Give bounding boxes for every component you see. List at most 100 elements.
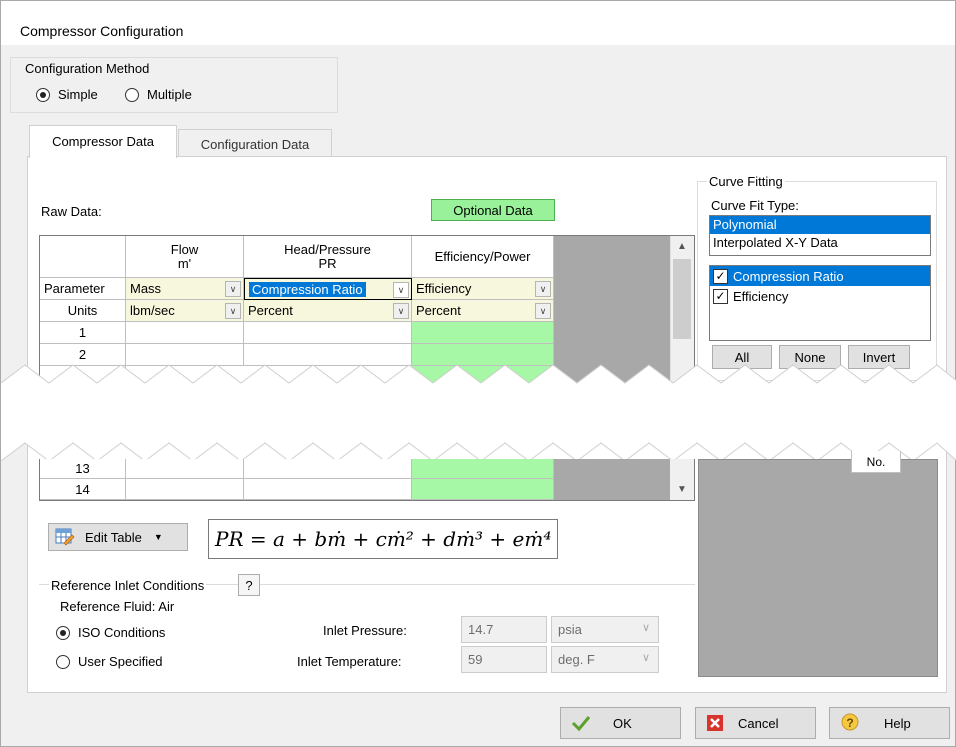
x-icon <box>707 715 723 731</box>
col-header-flow-line2: m' <box>177 255 192 271</box>
col-header-flow-line1: Flow <box>170 241 199 257</box>
caret-down-icon: ▼ <box>153 532 163 542</box>
window-title: Compressor Configuration <box>20 23 184 39</box>
fit-type-polynomial[interactable]: Polynomial <box>710 216 930 234</box>
scroll-down-icon[interactable]: ▼ <box>670 479 694 499</box>
radio-multiple-label: Multiple <box>147 87 192 102</box>
edit-table-icon <box>55 528 75 546</box>
col-header-efficiency-line1: Efficiency/Power <box>434 248 531 264</box>
curve-fit-type-list[interactable]: Polynomial Interpolated X-Y Data <box>709 215 931 256</box>
col-header-head-line2: PR <box>318 255 337 271</box>
checkbox-efficiency[interactable]: ✓ <box>713 288 728 304</box>
chevron-down-icon[interactable]: ∨ <box>535 281 551 297</box>
cell-head-14[interactable] <box>244 479 412 500</box>
grid-empty-area-bottom <box>554 459 670 500</box>
curves-list[interactable]: ✓ Compression Ratio ✓ Efficiency <box>709 265 931 341</box>
checkmark-icon <box>571 716 591 732</box>
curve-efficiency-label: Efficiency <box>733 288 789 304</box>
radio-multiple-dot[interactable] <box>125 87 139 102</box>
partial-tab[interactable]: No. <box>851 451 901 473</box>
curve-item-compression-ratio[interactable]: ✓ Compression Ratio <box>710 266 930 286</box>
parameter-efficiency-value: Efficiency <box>416 281 472 296</box>
cancel-button[interactable]: Cancel <box>695 707 816 739</box>
col-header-efficiency[interactable]: Efficiency/Power <box>412 236 554 278</box>
chevron-down-icon[interactable]: ∨ <box>535 303 551 319</box>
radio-multiple[interactable]: Multiple <box>125 87 192 102</box>
col-header-head-line1: Head/Pressure <box>284 241 371 257</box>
row-number-1: 1 <box>40 322 126 344</box>
chevron-down-icon: ∨ <box>641 622 650 634</box>
inlet-pressure-label: Inlet Pressure: <box>323 623 407 638</box>
units-flow-dropdown[interactable]: lbm/sec ∨ <box>126 300 244 322</box>
inlet-temperature-label: Inlet Temperature: <box>297 654 402 669</box>
inlet-temperature-unit-select[interactable]: deg. F ∨ <box>551 646 659 673</box>
grid-corner-cell <box>40 236 126 278</box>
radio-iso-dot[interactable] <box>56 625 70 640</box>
radio-simple-label: Simple <box>58 87 98 102</box>
reference-fluid-label: Reference Fluid: Air <box>60 599 175 614</box>
units-head-dropdown[interactable]: Percent ∨ <box>244 300 412 322</box>
chevron-down-icon: ∨ <box>641 652 650 664</box>
title-bar: Compressor Configuration <box>1 1 955 45</box>
scrollbar-thumb[interactable] <box>673 259 691 339</box>
parameter-efficiency-dropdown[interactable]: Efficiency ∨ <box>412 278 554 300</box>
ok-button[interactable]: OK <box>560 707 681 739</box>
row-number-14: 14 <box>40 479 126 500</box>
inlet-pressure-field[interactable]: 14.7 <box>461 616 547 643</box>
curve-item-efficiency[interactable]: ✓ Efficiency <box>710 286 930 306</box>
tab-compressor-data-label: Compressor Data <box>52 134 154 149</box>
cell-efficiency-13[interactable] <box>412 459 554 479</box>
inlet-pressure-unit-select[interactable]: psia ∨ <box>551 616 659 643</box>
scroll-up-icon[interactable]: ▲ <box>670 236 694 256</box>
curve-plot-area <box>698 459 938 677</box>
cell-flow-14[interactable] <box>126 479 244 500</box>
reference-help-button[interactable]: ? <box>238 574 260 596</box>
equation-display: PR = a + bṁ + cṁ² + dṁ³ + eṁ⁴ <box>208 519 558 559</box>
chevron-down-icon[interactable]: ∨ <box>393 282 409 298</box>
units-head-value: Percent <box>248 303 293 318</box>
tab-compressor-data[interactable]: Compressor Data <box>29 125 177 158</box>
cell-efficiency-14[interactable] <box>412 479 554 500</box>
units-flow-value: lbm/sec <box>130 303 175 318</box>
inlet-temperature-field[interactable]: 59 <box>461 646 547 673</box>
curve-compression-ratio-label: Compression Ratio <box>733 268 844 284</box>
radio-simple[interactable]: Simple <box>36 87 98 102</box>
chevron-down-icon[interactable]: ∨ <box>393 303 409 319</box>
radio-user-specified-dot[interactable] <box>56 654 70 669</box>
checkbox-compression-ratio[interactable]: ✓ <box>713 268 728 284</box>
chevron-down-icon[interactable]: ∨ <box>225 303 241 319</box>
chevron-down-icon[interactable]: ∨ <box>225 281 241 297</box>
radio-iso-conditions[interactable]: ISO Conditions <box>56 625 165 640</box>
cell-efficiency-1[interactable] <box>412 322 554 344</box>
row-number-13: 13 <box>40 459 126 479</box>
parameter-head-dropdown[interactable]: Compression Ratio ∨ <box>244 278 412 300</box>
radio-user-specified[interactable]: User Specified <box>56 654 163 669</box>
cell-head-13[interactable] <box>244 459 412 479</box>
tab-configuration-data[interactable]: Configuration Data <box>178 129 332 159</box>
parameter-flow-dropdown[interactable]: Mass ∨ <box>126 278 244 300</box>
col-header-flow[interactable]: Flow m' <box>126 236 244 278</box>
col-header-head[interactable]: Head/Pressure PR <box>244 236 412 278</box>
edit-table-button[interactable]: Edit Table ▼ <box>48 523 188 551</box>
svg-text:?: ? <box>846 716 853 730</box>
torn-page-break <box>1 364 956 462</box>
ok-label: OK <box>613 715 632 731</box>
help-button[interactable]: ? Help <box>829 707 950 739</box>
edit-table-label: Edit Table <box>85 529 142 545</box>
optional-data-badge: Optional Data <box>431 199 555 221</box>
radio-simple-dot[interactable] <box>36 87 50 102</box>
reference-legend: Reference Inlet Conditions <box>49 578 207 593</box>
dialog-window: Compressor Configuration Configuration M… <box>0 0 956 747</box>
fit-type-interpolated[interactable]: Interpolated X-Y Data <box>710 234 930 252</box>
cell-flow-1[interactable] <box>126 322 244 344</box>
curve-fitting-legend: Curve Fitting <box>707 174 785 189</box>
curve-fit-type-label: Curve Fit Type: <box>711 198 799 213</box>
units-efficiency-value: Percent <box>416 303 461 318</box>
cell-flow-13[interactable] <box>126 459 244 479</box>
raw-data-label: Raw Data: <box>41 204 102 219</box>
cancel-label: Cancel <box>738 715 779 731</box>
cell-head-1[interactable] <box>244 322 412 344</box>
radio-iso-label: ISO Conditions <box>78 625 166 640</box>
inlet-temperature-unit: deg. F <box>558 652 595 667</box>
units-efficiency-dropdown[interactable]: Percent ∨ <box>412 300 554 322</box>
